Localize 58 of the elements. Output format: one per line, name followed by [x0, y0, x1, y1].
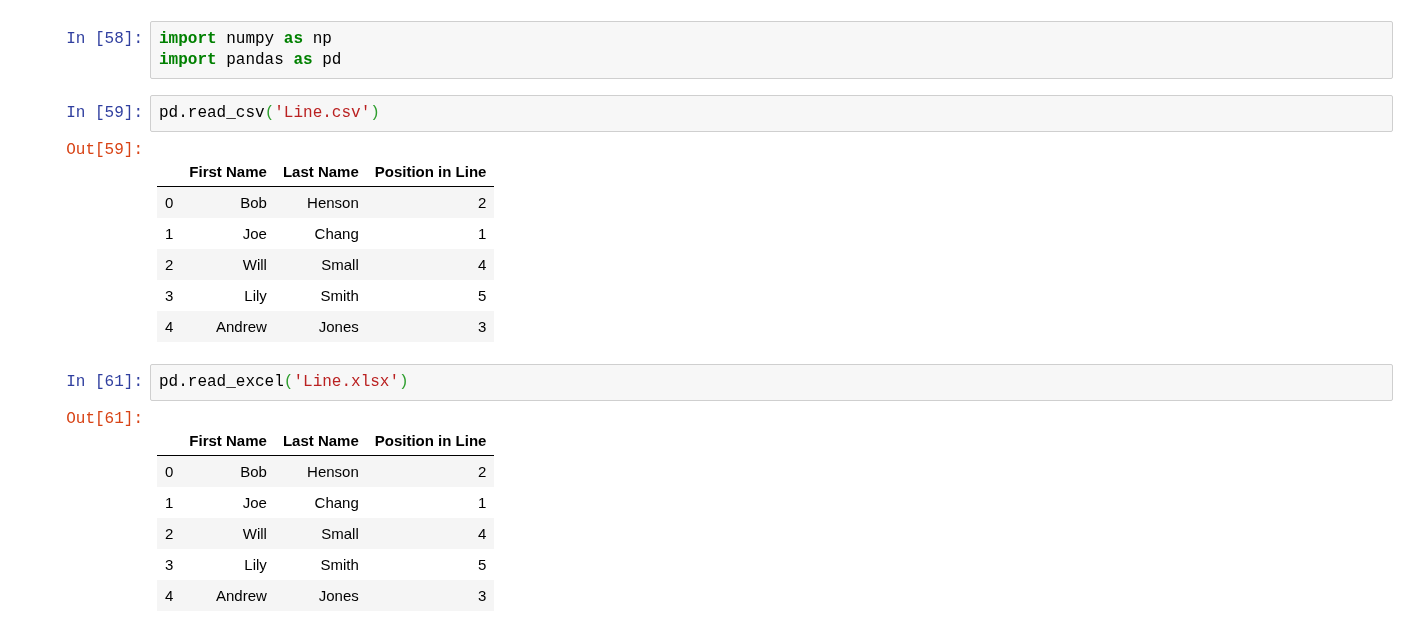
table-cell: Jones [274, 580, 367, 611]
code-editor[interactable]: pd.read_excel('Line.xlsx') [150, 364, 1393, 401]
output-prompt: Out[61]: [66, 409, 143, 430]
table-cell: 5 [366, 549, 495, 580]
table-cell: 2 [366, 455, 495, 487]
input-prompt: In [58]: [66, 29, 143, 50]
table-cell: Henson [274, 186, 367, 218]
table-cell: 3 [366, 580, 495, 611]
column-header: Position in Line [366, 156, 495, 187]
output-prompt: Out[59]: [66, 140, 143, 161]
row-index: 1 [157, 218, 182, 249]
table-cell: Andrew [181, 580, 275, 611]
row-index: 0 [157, 186, 182, 218]
row-index: 3 [157, 280, 182, 311]
table-cell: Lily [181, 549, 275, 580]
column-header: Last Name [274, 156, 367, 187]
table-cell: Chang [274, 218, 367, 249]
row-index: 1 [157, 487, 182, 518]
table-cell: Bob [181, 186, 275, 218]
column-header: Position in Line [366, 425, 495, 456]
row-index: 2 [157, 518, 182, 549]
table-cell: 1 [366, 218, 495, 249]
table-cell: Bob [181, 455, 275, 487]
input-prompt: In [59]: [66, 103, 143, 124]
row-index: 0 [157, 455, 182, 487]
code-line: pd.read_csv('Line.csv') [159, 103, 381, 124]
table-cell: Small [274, 249, 367, 280]
input-prompt: In [61]: [66, 372, 143, 393]
row-index: 4 [157, 580, 182, 611]
table-cell: Small [274, 518, 367, 549]
code-line: pd.read_excel('Line.xlsx') [159, 372, 410, 393]
table-cell: Lily [181, 280, 275, 311]
table-cell: Joe [181, 487, 275, 518]
table-cell: Chang [274, 487, 367, 518]
table-cell: 4 [366, 518, 495, 549]
column-header: First Name [181, 156, 275, 187]
row-index: 2 [157, 249, 182, 280]
table-cell: 4 [366, 249, 495, 280]
row-index: 3 [157, 549, 182, 580]
code-editor[interactable]: pd.read_csv('Line.csv') [150, 95, 1393, 132]
row-index: 4 [157, 311, 182, 342]
table-cell: 3 [366, 311, 495, 342]
table-cell: Smith [274, 549, 367, 580]
table-cell: Smith [274, 280, 367, 311]
table-cell: Henson [274, 455, 367, 487]
column-header: Last Name [274, 425, 367, 456]
table-cell: 2 [366, 186, 495, 218]
table-cell: Andrew [181, 311, 275, 342]
column-header: First Name [181, 425, 275, 456]
table-cell: 5 [366, 280, 495, 311]
table-cell: Will [181, 249, 275, 280]
table-cell: Will [181, 518, 275, 549]
code-line: import pandas as pd [159, 50, 343, 71]
table-cell: Joe [181, 218, 275, 249]
code-editor[interactable]: import numpy as np import pandas as pd [150, 21, 1393, 79]
table-cell: Jones [274, 311, 367, 342]
code-line: import numpy as np [159, 29, 333, 50]
table-cell: 1 [366, 487, 495, 518]
